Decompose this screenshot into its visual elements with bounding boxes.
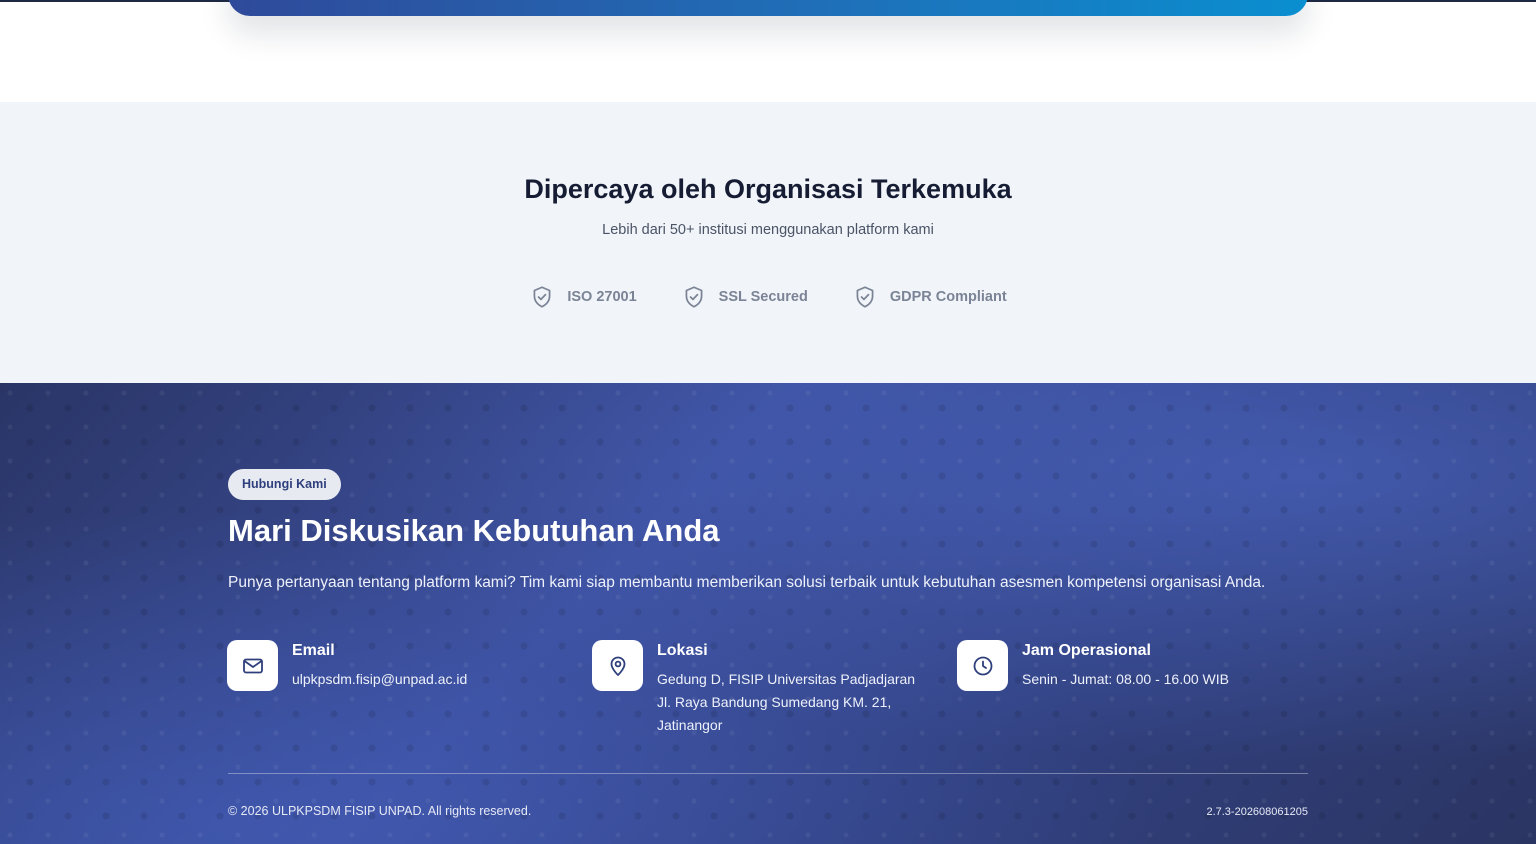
badge-label: ISO 27001 [567, 289, 637, 305]
contact-item-title: Email [292, 642, 335, 659]
address-line: Jatinangor [657, 717, 723, 733]
contact-section: Hubungi Kami Mari Diskusikan Kebutuhan A… [0, 383, 1536, 844]
trust-section: Dipercaya oleh Organisasi Terkemuka Lebi… [0, 102, 1536, 383]
badge-label: SSL Secured [718, 289, 808, 305]
hero-card-bottom [228, 0, 1308, 16]
contact-hours: Jam Operasional Senin - Jumat: 08.00 - 1… [957, 640, 1229, 691]
badge-iso: ISO 27001 [529, 284, 637, 310]
clock-icon-box [957, 640, 1008, 691]
top-section [0, 0, 1536, 102]
clock-icon [973, 656, 992, 675]
badge-gdpr: GDPR Compliant [852, 284, 1007, 310]
email-link[interactable]: ulpkpsdm.fisip@unpad.ac.id [292, 668, 467, 691]
footer-divider [228, 773, 1308, 774]
hours-line: Senin - Jumat: 08.00 - 16.00 WIB [1022, 671, 1229, 687]
contact-item-title: Jam Operasional [1022, 642, 1151, 659]
shield-check-icon [533, 286, 551, 308]
map-pin-icon [610, 656, 625, 676]
contact-location: Lokasi Gedung D, FISIP Universitas Padja… [592, 640, 915, 737]
mail-icon [242, 658, 263, 673]
address-line: Gedung D, FISIP Universitas Padjadjaran [657, 671, 916, 687]
trust-subtitle: Lebih dari 50+ institusi menggunakan pla… [602, 222, 934, 238]
badge-ssl: SSL Secured [681, 284, 808, 310]
trust-title: Dipercaya oleh Organisasi Terkemuka [524, 174, 1012, 204]
badge-label: GDPR Compliant [889, 289, 1007, 305]
contact-item-title: Lokasi [657, 642, 708, 659]
contact-email: Email ulpkpsdm.fisip@unpad.ac.id [227, 640, 467, 691]
mail-icon-box [227, 640, 278, 691]
trust-badges: ISO 27001 SSL Secured GDPR Compliant [0, 284, 1536, 310]
contact-description: Punya pertanyaan tentang platform kami? … [228, 574, 1266, 591]
version-text: 2.7.3-202608061205 [1206, 806, 1308, 818]
map-pin-icon-box [592, 640, 643, 691]
background-pattern [0, 383, 1536, 844]
contact-pill: Hubungi Kami [228, 469, 341, 500]
shield-check-icon [856, 286, 874, 308]
copyright-text: © 2026 ULPKPSDM FISIP UNPAD. All rights … [228, 804, 532, 818]
address-line: Jl. Raya Bandung Sumedang KM. 21, [657, 694, 892, 710]
contact-title: Mari Diskusikan Kebutuhan Anda [228, 513, 720, 548]
shield-check-icon [685, 286, 703, 308]
